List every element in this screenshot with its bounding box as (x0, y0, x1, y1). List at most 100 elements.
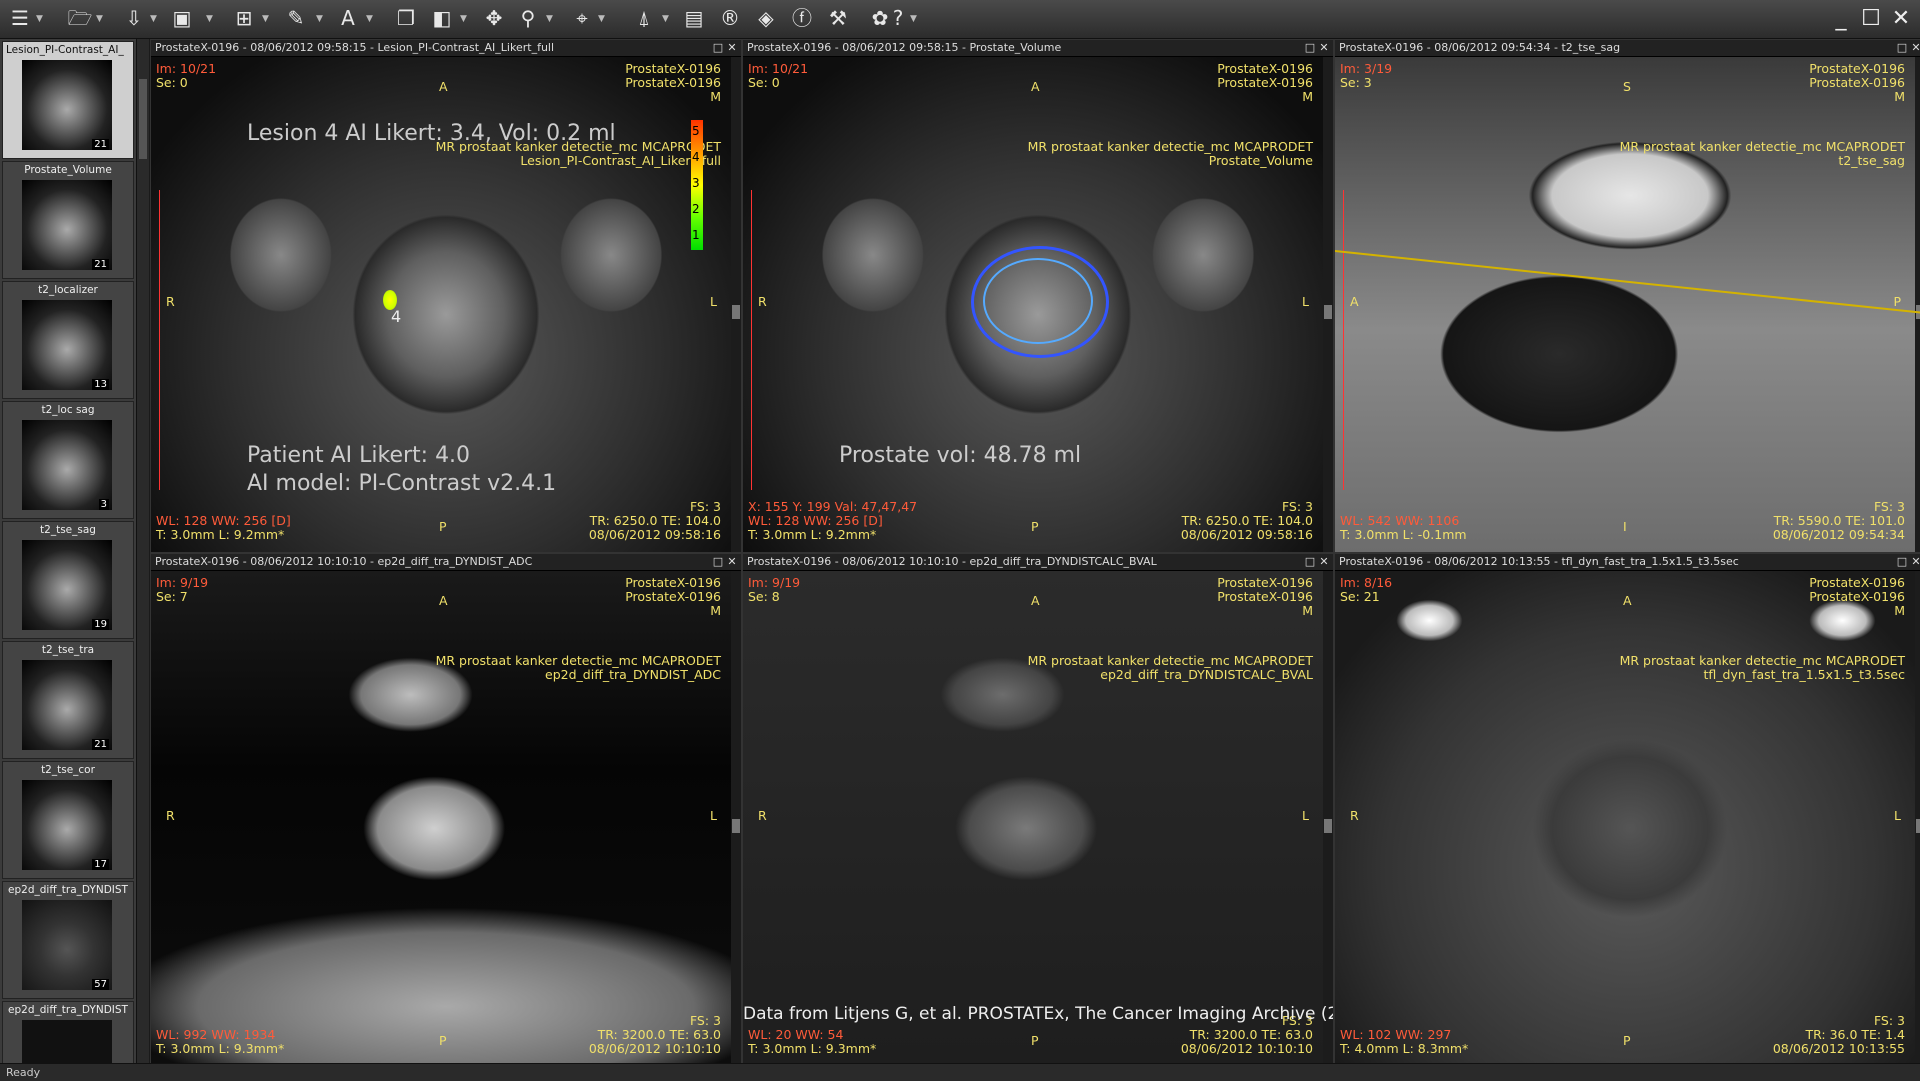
chevron-down-icon[interactable]: ▼ (662, 14, 669, 24)
series-thumbnail[interactable]: t2_tse_tra 21 (2, 641, 134, 759)
zoom-icon[interactable]: ⚲ (514, 4, 542, 32)
orientation-left: R (166, 294, 175, 309)
image-index: Im: 10/21 (748, 61, 809, 76)
minimize-icon[interactable]: _ (1826, 5, 1856, 31)
main-toolbar: ☰ ▼ 🗁 ▼ ⇩ ▼ ▣ ▼ ⊞ ▼ ✎ ▼ A ▼ ❐ ◧ ▼ ✥ ⚲ ▼ … (0, 0, 1920, 39)
thumbnail-label: Prostate_Volume (24, 164, 112, 176)
close-viewport-icon[interactable]: ✕ (725, 40, 739, 56)
close-viewport-icon[interactable]: ✕ (1317, 40, 1331, 56)
slice-thickness: T: 3.0mm L: 9.3mm* (748, 1041, 877, 1056)
chevron-down-icon[interactable]: ▼ (96, 14, 103, 24)
pan-icon[interactable]: ✥ (480, 4, 508, 32)
chevron-down-icon[interactable]: ▼ (316, 14, 323, 24)
window-level: WL: 102 WW: 297 (1340, 1027, 1452, 1042)
image-viewport[interactable]: ProstateX-0196 - 08/06/2012 09:54:34 - t… (1334, 39, 1920, 553)
series-description: Prostate_Volume (1208, 153, 1313, 168)
chevron-down-icon[interactable]: ▼ (598, 14, 605, 24)
scale-label: 1 (692, 228, 700, 242)
tr-te: TR: 6250.0 TE: 104.0 (1181, 513, 1313, 528)
scrollbar-grip[interactable] (1916, 818, 1920, 833)
annotate-pen-icon[interactable]: ✎ (282, 4, 310, 32)
maximize-viewport-icon[interactable]: □ (1303, 40, 1317, 56)
acquisition-datetime: 08/06/2012 10:10:10 (1180, 1041, 1313, 1056)
menu-icon[interactable]: ☰ (6, 4, 34, 32)
close-viewport-icon[interactable]: ✕ (1909, 554, 1920, 570)
scrollbar-thumb[interactable] (139, 79, 147, 159)
image-viewport[interactable]: ProstateX-0196 - 08/06/2012 09:58:15 - L… (150, 39, 742, 553)
image-viewport[interactable]: ProstateX-0196 - 08/06/2012 10:13:55 - t… (1334, 553, 1920, 1067)
scrollbar-grip[interactable] (732, 304, 740, 319)
image-viewport[interactable]: ProstateX-0196 - 08/06/2012 10:10:10 - e… (150, 553, 742, 1067)
maximize-viewport-icon[interactable]: □ (1895, 40, 1909, 56)
series-copy-icon[interactable]: ❐ (392, 4, 420, 32)
maximize-viewport-icon[interactable]: □ (711, 40, 725, 56)
series-thumbnail[interactable]: t2_tse_sag 19 (2, 521, 134, 639)
prostate-contour-inner[interactable] (983, 258, 1093, 344)
viewport-scrollbar[interactable] (1915, 571, 1920, 1066)
series-thumbnail[interactable]: Prostate_Volume 21 (2, 161, 134, 279)
film-icon[interactable]: ▤ (680, 4, 708, 32)
layout-grid-icon[interactable]: ⊞ (230, 4, 258, 32)
scrollbar-grip[interactable] (732, 818, 740, 833)
series-thumbnail[interactable]: t2_loc sag 3 (2, 401, 134, 519)
mri-image[interactable] (151, 571, 741, 1066)
image-viewport[interactable]: ProstateX-0196 - 08/06/2012 10:10:10 - e… (742, 553, 1334, 1067)
open-folder-icon[interactable]: 🗁 (66, 4, 94, 32)
viewport-scrollbar[interactable] (1323, 57, 1333, 552)
maximize-viewport-icon[interactable]: □ (711, 554, 725, 570)
close-viewport-icon[interactable]: ✕ (1909, 40, 1920, 56)
text-tool-icon[interactable]: A (334, 4, 362, 32)
window-level-icon[interactable]: ◧ (428, 4, 456, 32)
sidebar-scrollbar[interactable] (137, 39, 149, 1063)
chevron-down-icon[interactable]: ▼ (206, 14, 213, 24)
chevron-down-icon[interactable]: ▼ (262, 14, 269, 24)
orientation-right: L (710, 294, 717, 309)
patient-sex: M (1302, 603, 1313, 618)
help-icon[interactable]: ? (884, 4, 912, 32)
scrollbar-grip[interactable] (1324, 304, 1332, 319)
viewport-scrollbar[interactable] (731, 571, 741, 1066)
acquisition-datetime: 08/06/2012 10:13:55 (1772, 1041, 1905, 1056)
maximize-icon[interactable]: ☐ (1856, 5, 1886, 31)
chevron-down-icon[interactable]: ▼ (150, 14, 157, 24)
chevron-down-icon[interactable]: ▼ (910, 14, 917, 24)
chevron-down-icon[interactable]: ▼ (546, 14, 553, 24)
reconstruct-icon[interactable]: ® (716, 4, 744, 32)
thumbnail-label: t2_tse_sag (40, 524, 96, 536)
download-icon[interactable]: ⇩ (120, 4, 148, 32)
close-viewport-icon[interactable]: ✕ (1317, 554, 1331, 570)
orientation-left: R (758, 808, 767, 823)
close-viewport-icon[interactable]: ✕ (725, 554, 739, 570)
maximize-viewport-icon[interactable]: □ (1895, 554, 1909, 570)
orientation-right: L (710, 808, 717, 823)
viewport-scrollbar[interactable] (1323, 571, 1333, 1066)
image-viewport[interactable]: ProstateX-0196 - 08/06/2012 09:58:15 - P… (742, 39, 1334, 553)
save-icon[interactable]: ▣ (168, 4, 196, 32)
close-icon[interactable]: ✕ (1886, 5, 1916, 31)
maximize-viewport-icon[interactable]: □ (1303, 554, 1317, 570)
thumbnail-image (22, 1020, 112, 1063)
mri-image[interactable] (1335, 57, 1920, 552)
mri-image[interactable] (1335, 571, 1920, 1066)
image-count: 57 (92, 979, 109, 990)
tool-icon[interactable]: ⚒ (824, 4, 852, 32)
viewport-scrollbar[interactable] (731, 57, 741, 552)
slice-thickness: T: 3.0mm L: -0.1mm (1340, 527, 1467, 542)
chevron-down-icon[interactable]: ▼ (36, 14, 43, 24)
series-thumbnail[interactable]: t2_localizer 13 (2, 281, 134, 399)
crosshair-icon[interactable]: ⌖ (568, 4, 596, 32)
series-thumbnail[interactable]: Lesion_PI-Contrast_AI_ 21 (2, 41, 134, 159)
chevron-down-icon[interactable]: ▼ (366, 14, 373, 24)
study-description: MR prostaat kanker detectie_mc MCAPRODET (1619, 139, 1905, 154)
series-thumbnail[interactable]: t2_tse_cor 17 (2, 761, 134, 879)
mri-image[interactable] (743, 571, 1333, 1066)
fusion-icon[interactable]: ⓕ (788, 4, 816, 32)
scrollbar-grip[interactable] (1324, 818, 1332, 833)
3d-icon[interactable]: ◈ (752, 4, 780, 32)
chevron-down-icon[interactable]: ▼ (460, 14, 467, 24)
measure-icon[interactable]: ⍋ (630, 4, 658, 32)
series-thumbnail[interactable]: ep2d_diff_tra_DYNDIST (2, 1001, 134, 1063)
series-thumbnail[interactable]: ep2d_diff_tra_DYNDIST 57 (2, 881, 134, 999)
viewport-scrollbar[interactable] (1915, 57, 1920, 552)
slice-thickness: T: 3.0mm L: 9.3mm* (156, 1041, 285, 1056)
